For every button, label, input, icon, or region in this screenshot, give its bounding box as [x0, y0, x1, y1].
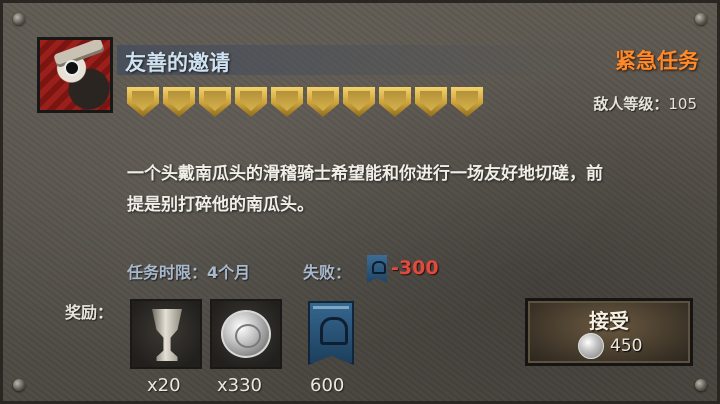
banner-icon — [367, 255, 387, 283]
quest-description: 一个头戴南瓜头的滑稽骑士希望能和你进行一场友好地切磋，前 提是别打碎他的南瓜头。 — [127, 159, 697, 221]
shield-icon — [127, 87, 159, 117]
reward-count: x330 — [217, 375, 263, 396]
silver-coin-icon — [221, 310, 271, 358]
reward-count: 600 — [310, 375, 345, 396]
rivet-icon — [13, 13, 25, 25]
chalice-icon — [152, 309, 182, 361]
enemy-level-label: 敌人等级： — [593, 95, 669, 113]
shield-icon — [343, 87, 375, 117]
shield-icon — [235, 87, 267, 117]
enemy-level: 敌人等级：105 — [593, 93, 697, 114]
enemy-level-value: 105 — [668, 95, 697, 113]
description-line: 一个头戴南瓜头的滑稽骑士希望能和你进行一场友好地切磋，前 — [127, 164, 603, 184]
shield-icon — [271, 87, 303, 117]
time-limit: 任务时限：4个月 — [127, 263, 251, 282]
urgency-label: 紧急任务 — [615, 49, 699, 73]
banner-icon[interactable] — [308, 301, 354, 365]
quest-giver-portrait — [37, 37, 113, 113]
shield-icon — [199, 87, 231, 117]
accept-label: 接受 — [589, 309, 629, 333]
reward-slot-chalice[interactable] — [130, 299, 202, 369]
rivet-icon — [695, 13, 707, 25]
accept-cost: 450 — [578, 333, 642, 359]
failure-label: 失败： — [303, 263, 352, 282]
reward-slot-coins[interactable] — [210, 299, 282, 369]
shield-icon — [415, 87, 447, 117]
shield-icon — [307, 87, 339, 117]
eye-icon — [64, 60, 80, 76]
quest-panel: 友善的邀请 紧急任务 敌人等级：105 一个头戴南瓜头的滑稽骑士希望能和你进行一… — [0, 0, 720, 404]
difficulty-shields — [127, 87, 483, 117]
rewards-label: 奖励： — [65, 303, 114, 322]
silver-coin-icon — [578, 333, 604, 359]
failure-value: -300 — [391, 257, 439, 279]
rivet-icon — [13, 379, 25, 391]
shield-icon — [379, 87, 411, 117]
accept-button[interactable]: 接受 450 — [525, 298, 693, 366]
shield-icon — [163, 87, 195, 117]
quest-title: 友善的邀请 — [125, 51, 230, 75]
rivet-icon — [695, 379, 707, 391]
shield-icon — [451, 87, 483, 117]
accept-cost-value: 450 — [610, 336, 643, 356]
description-line: 提是别打碎他的南瓜头。 — [127, 195, 314, 215]
reward-count: x20 — [147, 375, 181, 396]
